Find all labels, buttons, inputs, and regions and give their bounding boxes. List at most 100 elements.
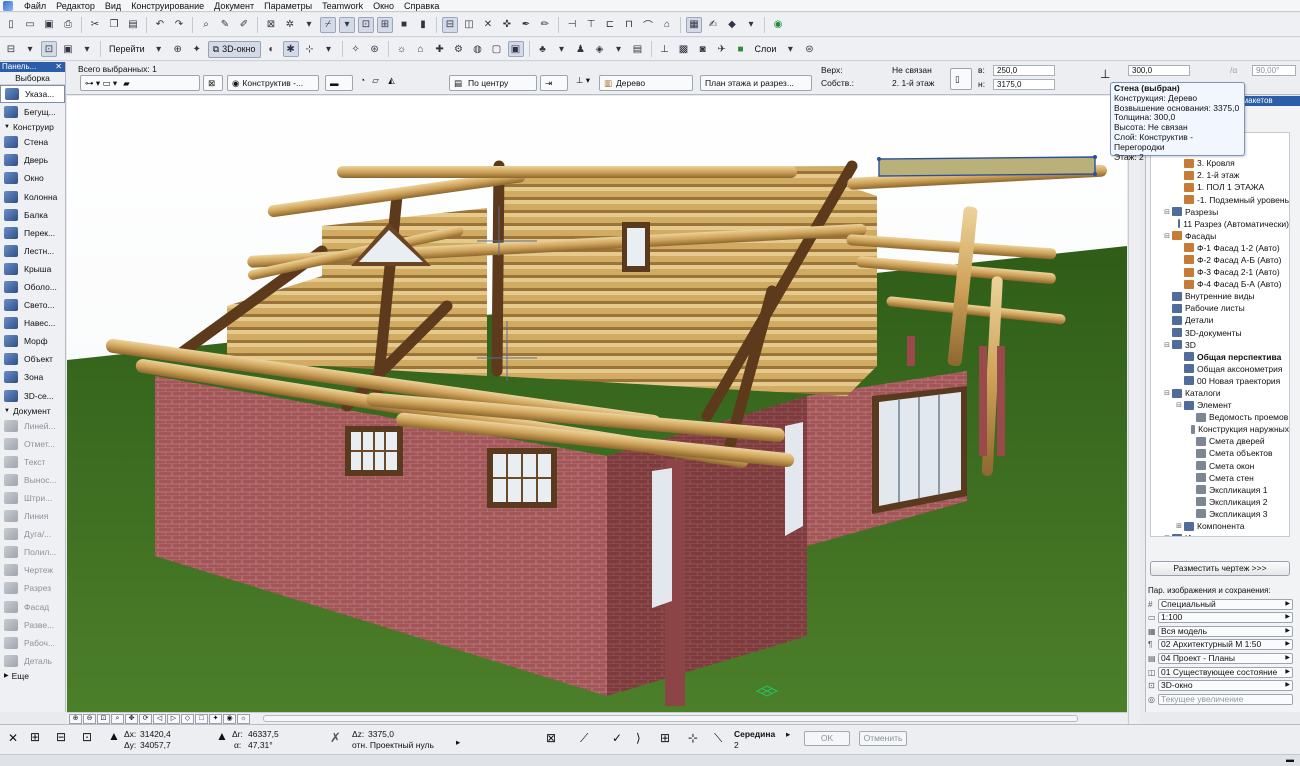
move-icon[interactable]: ⊡	[358, 16, 374, 33]
3d-window-button[interactable]: ⧉ 3D-окно	[207, 40, 261, 58]
orbit-icon[interactable]: ⊕	[170, 41, 186, 57]
height-input[interactable]: 250,0	[993, 65, 1055, 76]
pen-dropdown-icon[interactable]: ▾	[339, 16, 355, 33]
tool-window[interactable]: Окно	[0, 169, 65, 187]
construction-grid-icon[interactable]: ⊟	[56, 730, 66, 744]
3d-filter-icon[interactable]: ✱	[282, 41, 299, 57]
zoom-in-icon[interactable]: ⊕	[69, 713, 82, 724]
tree-toggle-icon[interactable]: ⊟	[1163, 232, 1171, 240]
new-file-icon[interactable]: ▯	[3, 17, 19, 33]
view-mode-icon[interactable]: ⊟	[3, 41, 19, 57]
pan-icon[interactable]: ✥	[125, 713, 138, 724]
tree-item[interactable]: Экспликация 2	[1151, 496, 1289, 508]
selection-tab[interactable]: Выборка	[0, 72, 65, 85]
tree-toggle-icon[interactable]: ⊟	[1175, 401, 1183, 409]
tree-toggle-icon[interactable]: ⊞	[1175, 522, 1183, 530]
eye-view-icon[interactable]: ◉	[223, 713, 236, 724]
tree-item[interactable]: 1. ПОЛ 1 ЭТАЖА	[1151, 181, 1289, 193]
tree-item[interactable]: Смета объектов	[1151, 447, 1289, 459]
tree-item[interactable]: Ф-2 Фасад А-Б (Авто)	[1151, 254, 1289, 266]
walk-icon[interactable]: ✦	[189, 41, 205, 57]
cursor-snap-icon[interactable]: ✓	[612, 731, 622, 745]
property-value[interactable]: 04 Проект - Планы	[1158, 652, 1293, 664]
property-value[interactable]: 1:100	[1158, 612, 1293, 624]
renovation-icon[interactable]: ◆	[724, 17, 740, 33]
explore-icon[interactable]: ⊛	[367, 41, 383, 57]
close-icon[interactable]: ✕	[55, 62, 65, 72]
elevation-lock-icon[interactable]: ✗	[330, 730, 341, 746]
tool-polyline[interactable]: Полил...	[0, 543, 65, 561]
wall-type-icon[interactable]: ▰	[123, 78, 130, 89]
surface-icon[interactable]: ⊥ ▾	[576, 75, 590, 86]
floor-plan-icon[interactable]: ▦	[686, 16, 702, 33]
top-value[interactable]: Не связан	[892, 65, 932, 75]
copy-icon[interactable]: ❐	[106, 17, 122, 33]
tree-dropdown-icon[interactable]: ▾	[554, 41, 570, 57]
menu-help[interactable]: Справка	[399, 0, 444, 12]
anchor-dropdown[interactable]: ▤ По центру	[449, 75, 537, 91]
next-view-icon[interactable]: ▷	[167, 713, 180, 724]
menu-document[interactable]: Документ	[209, 0, 259, 12]
tool-mesh[interactable]: 3D-се...	[0, 387, 65, 405]
3d-style-icon[interactable]: ◐	[264, 41, 280, 57]
tree-item[interactable]: 11 Разрез (Автоматически)	[1151, 218, 1289, 230]
cube-select-icon[interactable]: ▣	[507, 41, 524, 57]
menu-file[interactable]: Файл	[19, 0, 51, 12]
tree-item[interactable]: Экспликация 3	[1151, 508, 1289, 520]
project-tree[interactable]: роектаЭтажи3. Кровля2. 1-й этаж1. ПОЛ 1 …	[1150, 132, 1290, 537]
figure-icon[interactable]: ♟	[573, 41, 589, 57]
tool-roof[interactable]: Крыша	[0, 260, 65, 278]
redo-icon[interactable]: ↷	[171, 17, 187, 33]
3d-viewport[interactable]	[67, 96, 1127, 712]
view-property-row[interactable]: ▦ Вся модель	[1148, 625, 1293, 637]
tool-zone[interactable]: Зона	[0, 368, 65, 386]
base-input[interactable]: 3175,0	[993, 79, 1055, 90]
property-value[interactable]: 01 Существующее состояние	[1158, 666, 1293, 678]
tree-item[interactable]: ⊟ Каталоги	[1151, 387, 1289, 399]
property-value[interactable]: Вся модель	[1158, 625, 1293, 637]
print-icon[interactable]: ⎙	[60, 17, 76, 33]
tool-dimension[interactable]: Линей...	[0, 417, 65, 435]
menu-window[interactable]: Окно	[368, 0, 399, 12]
tool-object[interactable]: Объект	[0, 350, 65, 368]
menu-view[interactable]: Вид	[100, 0, 126, 12]
tree-item[interactable]: Внутренние виды	[1151, 290, 1289, 302]
person-icon[interactable]: ✧	[348, 41, 364, 57]
tree-item[interactable]: Рабочие листы	[1151, 302, 1289, 314]
undo-icon[interactable]: ↶	[152, 17, 168, 33]
tree-item[interactable]: Конструкция наружных	[1151, 423, 1289, 435]
view-property-row[interactable]: ▭ 1:100	[1148, 612, 1293, 624]
tool-elevation[interactable]: Фасад	[0, 598, 65, 616]
tree-item[interactable]: Общая аксонометрия	[1151, 363, 1289, 375]
arc-wall-icon[interactable]: ◔ ▱ ◭	[360, 75, 395, 86]
sun-icon[interactable]: ☼	[394, 41, 410, 57]
explode-icon[interactable]: ⌂	[659, 17, 675, 33]
line-type-icon[interactable]: ⌿	[320, 16, 336, 33]
cut-icon[interactable]: ✂	[87, 17, 103, 33]
tree-item[interactable]: 2. 1-й этаж	[1151, 169, 1289, 181]
tool-label[interactable]: Вынос...	[0, 471, 65, 489]
tree-item[interactable]: Смета окон	[1151, 460, 1289, 472]
tree-item[interactable]: Экспликация 1	[1151, 484, 1289, 496]
dx-value[interactable]: 31420,4	[140, 729, 171, 739]
property-value[interactable]: 02 Архитектурный М 1:50	[1158, 639, 1293, 651]
tool-section[interactable]: Разрез	[0, 579, 65, 597]
gear-icon[interactable]: ⚙	[451, 41, 467, 57]
tree-item[interactable]: ⊟ Элемент	[1151, 399, 1289, 411]
lamp-icon[interactable]: ◍	[470, 41, 486, 57]
3d-cutaway-icon[interactable]: ⊹	[302, 41, 318, 57]
guide-line-icon[interactable]: ⟩	[636, 731, 641, 745]
tool-marquee[interactable]: Бегущ...	[0, 103, 65, 121]
tree-item[interactable]: 00 Новая траектория	[1151, 375, 1289, 387]
tree-icon[interactable]: ♣	[535, 41, 551, 57]
display-icon[interactable]: ▣	[60, 41, 76, 57]
tree-item[interactable]: -1. Подземный уровень	[1151, 193, 1289, 205]
orbit-view-icon[interactable]: ⟳	[139, 713, 152, 724]
zoom-area-icon[interactable]: ⌕	[111, 713, 124, 724]
inject-icon[interactable]: ✐	[236, 17, 252, 33]
guide-icon[interactable]: ◫	[461, 17, 477, 33]
tool-beam[interactable]: Балка	[0, 206, 65, 224]
selection-handle[interactable]	[877, 157, 881, 161]
tree-item[interactable]: ⊞ Компонента	[1151, 520, 1289, 532]
toolbox-group-more[interactable]: Еще	[0, 670, 65, 682]
